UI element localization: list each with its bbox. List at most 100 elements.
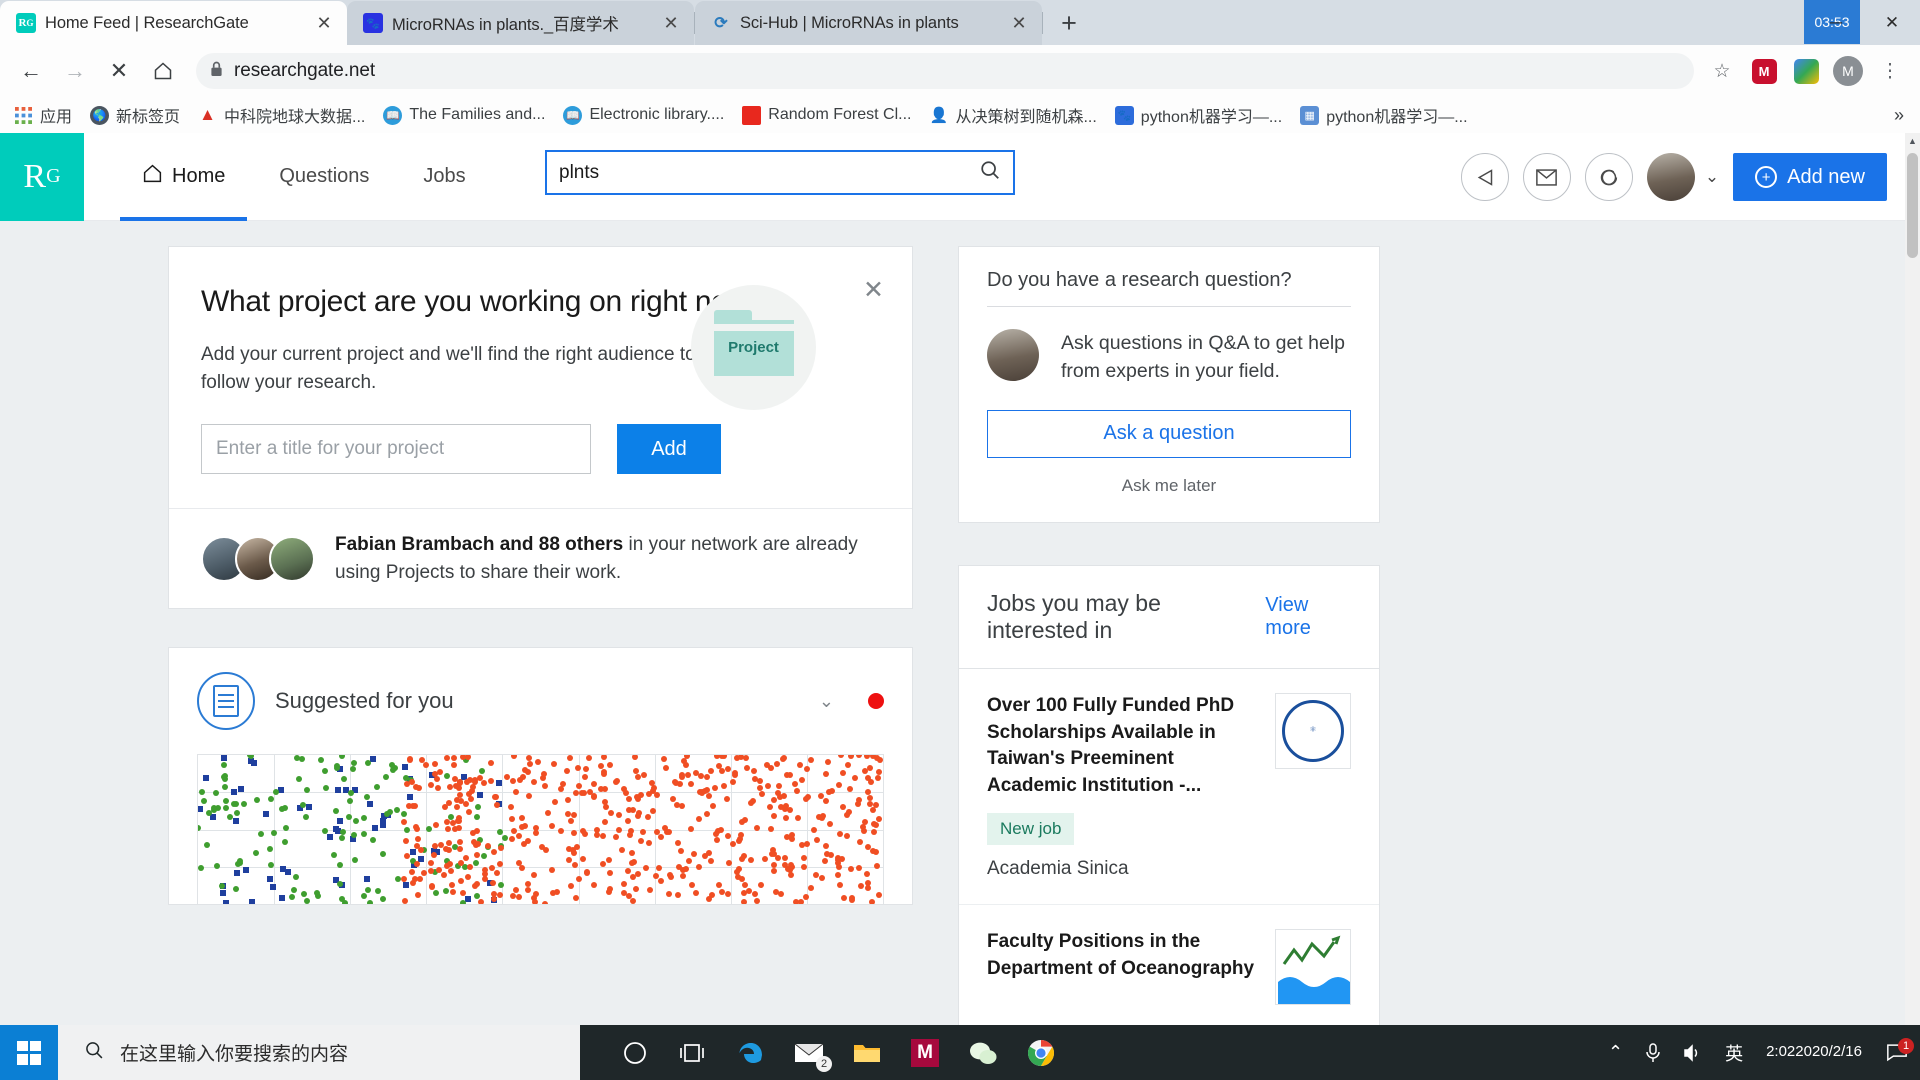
- add-new-label: Add new: [1787, 165, 1865, 188]
- address-bar[interactable]: researchgate.net: [196, 53, 1694, 89]
- action-center-icon[interactable]: 1: [1874, 1038, 1920, 1062]
- data-point: [632, 885, 639, 892]
- data-point: [301, 890, 308, 897]
- stop-loading-icon[interactable]: ✕: [98, 50, 140, 92]
- edge-icon[interactable]: [722, 1025, 780, 1080]
- start-button[interactable]: [0, 1025, 58, 1080]
- mendeley-icon[interactable]: M: [896, 1025, 954, 1080]
- data-point: [299, 756, 306, 763]
- data-point: [233, 818, 240, 825]
- user-avatar[interactable]: [1646, 153, 1695, 201]
- tray-expand-icon[interactable]: ⌃: [1597, 1042, 1634, 1063]
- mail-icon[interactable]: 2: [780, 1025, 838, 1080]
- project-title-input[interactable]: [201, 424, 591, 475]
- tab-close-button[interactable]: ✕: [311, 10, 337, 36]
- ime-indicator[interactable]: 英: [1714, 1040, 1754, 1066]
- data-point: [635, 870, 642, 877]
- chevron-down-icon[interactable]: ⌄: [819, 691, 834, 712]
- data-point: [444, 825, 451, 832]
- nav-item-questions[interactable]: Questions: [257, 133, 391, 221]
- search-box[interactable]: [545, 150, 1015, 195]
- bookmark-item-3[interactable]: 📖 The Families and...: [375, 102, 553, 129]
- job-list-item[interactable]: Faculty Positions in the Department of O…: [959, 905, 1379, 1029]
- data-point: [629, 898, 636, 905]
- bookmark-star-icon[interactable]: ☆: [1702, 51, 1742, 91]
- bookmark-item-7[interactable]: 🐾 python机器学习—...: [1107, 99, 1290, 131]
- scrollbar-thumb[interactable]: [1907, 153, 1918, 258]
- data-point: [835, 871, 842, 878]
- data-point: [509, 892, 516, 899]
- ask-question-button[interactable]: Ask a question: [987, 409, 1351, 458]
- data-point: [390, 767, 397, 773]
- tab-close-button[interactable]: ✕: [658, 10, 684, 36]
- data-point: [771, 868, 778, 874]
- data-point: [709, 803, 716, 810]
- chrome-menu-icon[interactable]: ⋮: [1870, 51, 1910, 91]
- page-content: ✕ Project What project are you working o…: [0, 221, 1905, 1040]
- ask-me-later-link[interactable]: Ask me later: [987, 476, 1351, 496]
- close-window-button[interactable]: ✕: [1864, 0, 1920, 45]
- search-icon[interactable]: [979, 159, 1001, 187]
- chevron-down-icon[interactable]: ⌄: [1705, 167, 1719, 187]
- data-point: [350, 759, 357, 766]
- bookmark-item-1[interactable]: 🌎 新标签页: [82, 99, 188, 131]
- data-point: [455, 817, 462, 824]
- profile-avatar[interactable]: M: [1828, 51, 1868, 91]
- status-badge: [868, 693, 884, 710]
- bookmarks-overflow-button[interactable]: »: [1884, 105, 1914, 126]
- data-point: [750, 768, 757, 775]
- clock[interactable]: 2:02 2020/2/16: [1754, 1043, 1874, 1061]
- page-scrollbar[interactable]: ▲ ▼: [1905, 133, 1920, 1040]
- data-point: [478, 767, 485, 774]
- notifications-icon[interactable]: [1584, 153, 1633, 201]
- new-tab-button[interactable]: +: [1049, 3, 1089, 43]
- back-icon[interactable]: ←: [10, 50, 52, 92]
- data-point: [679, 873, 686, 880]
- tab-close-button[interactable]: ✕: [1006, 10, 1032, 36]
- bookmark-item-4[interactable]: 📖 Electronic library....: [555, 102, 732, 129]
- mendeley-extension-icon[interactable]: M: [1744, 51, 1784, 91]
- microphone-icon[interactable]: [1634, 1042, 1672, 1063]
- data-point: [289, 893, 296, 900]
- data-point: [782, 861, 789, 868]
- task-view-icon[interactable]: [664, 1025, 722, 1080]
- bookmark-item-5[interactable]: Random Forest Cl...: [734, 102, 919, 129]
- data-point: [855, 801, 862, 808]
- bookmark-apps[interactable]: 应用: [6, 99, 80, 131]
- nav-item-home[interactable]: Home: [120, 133, 248, 221]
- browser-tab-0[interactable]: RG Home Feed | ResearchGate ✕: [0, 1, 347, 45]
- bookmark-item-8[interactable]: ▦ python机器学习—...: [1292, 99, 1475, 131]
- cortana-icon[interactable]: [606, 1025, 664, 1080]
- nav-item-jobs[interactable]: Jobs: [401, 133, 487, 221]
- search-input[interactable]: [559, 161, 979, 184]
- data-point: [400, 810, 407, 817]
- wechat-icon[interactable]: [954, 1025, 1012, 1080]
- data-point: [204, 841, 211, 848]
- add-project-button[interactable]: Add: [617, 424, 721, 475]
- google-extension-icon[interactable]: [1786, 51, 1826, 91]
- plus-circle-icon: +: [1755, 166, 1778, 188]
- file-explorer-icon[interactable]: [838, 1025, 896, 1080]
- volume-icon[interactable]: [1672, 1043, 1714, 1062]
- browser-tab-1[interactable]: 🐾 MicroRNAs in plants._百度学术 ✕: [347, 1, 694, 45]
- data-point: [768, 825, 775, 832]
- bookmark-item-6[interactable]: 👤 从决策树到随机森...: [921, 99, 1104, 131]
- taskbar-search[interactable]: 在这里输入你要搜索的内容: [58, 1025, 580, 1080]
- add-new-button[interactable]: + Add new: [1733, 153, 1887, 201]
- minimize-button[interactable]: ─: [1808, 0, 1864, 45]
- browser-tab-2[interactable]: ⟳ Sci-Hub | MicroRNAs in plants ✕: [695, 1, 1042, 45]
- forward-icon[interactable]: →: [54, 50, 96, 92]
- messages-icon[interactable]: [1522, 153, 1571, 201]
- requests-icon[interactable]: [1460, 153, 1509, 201]
- data-point: [624, 867, 631, 874]
- job-list-item[interactable]: Over 100 Fully Funded PhD Scholarships A…: [959, 669, 1379, 906]
- data-point: [640, 772, 647, 779]
- home-icon[interactable]: [142, 50, 184, 92]
- data-point: [869, 806, 876, 813]
- close-icon[interactable]: ✕: [863, 275, 884, 305]
- scroll-up-arrow[interactable]: ▲: [1905, 133, 1920, 148]
- bookmark-item-2[interactable]: ▲ 中科院地球大数据...: [190, 99, 373, 131]
- view-more-link[interactable]: View more: [1265, 594, 1351, 640]
- researchgate-logo[interactable]: RG: [0, 132, 84, 221]
- chrome-icon[interactable]: [1012, 1025, 1070, 1080]
